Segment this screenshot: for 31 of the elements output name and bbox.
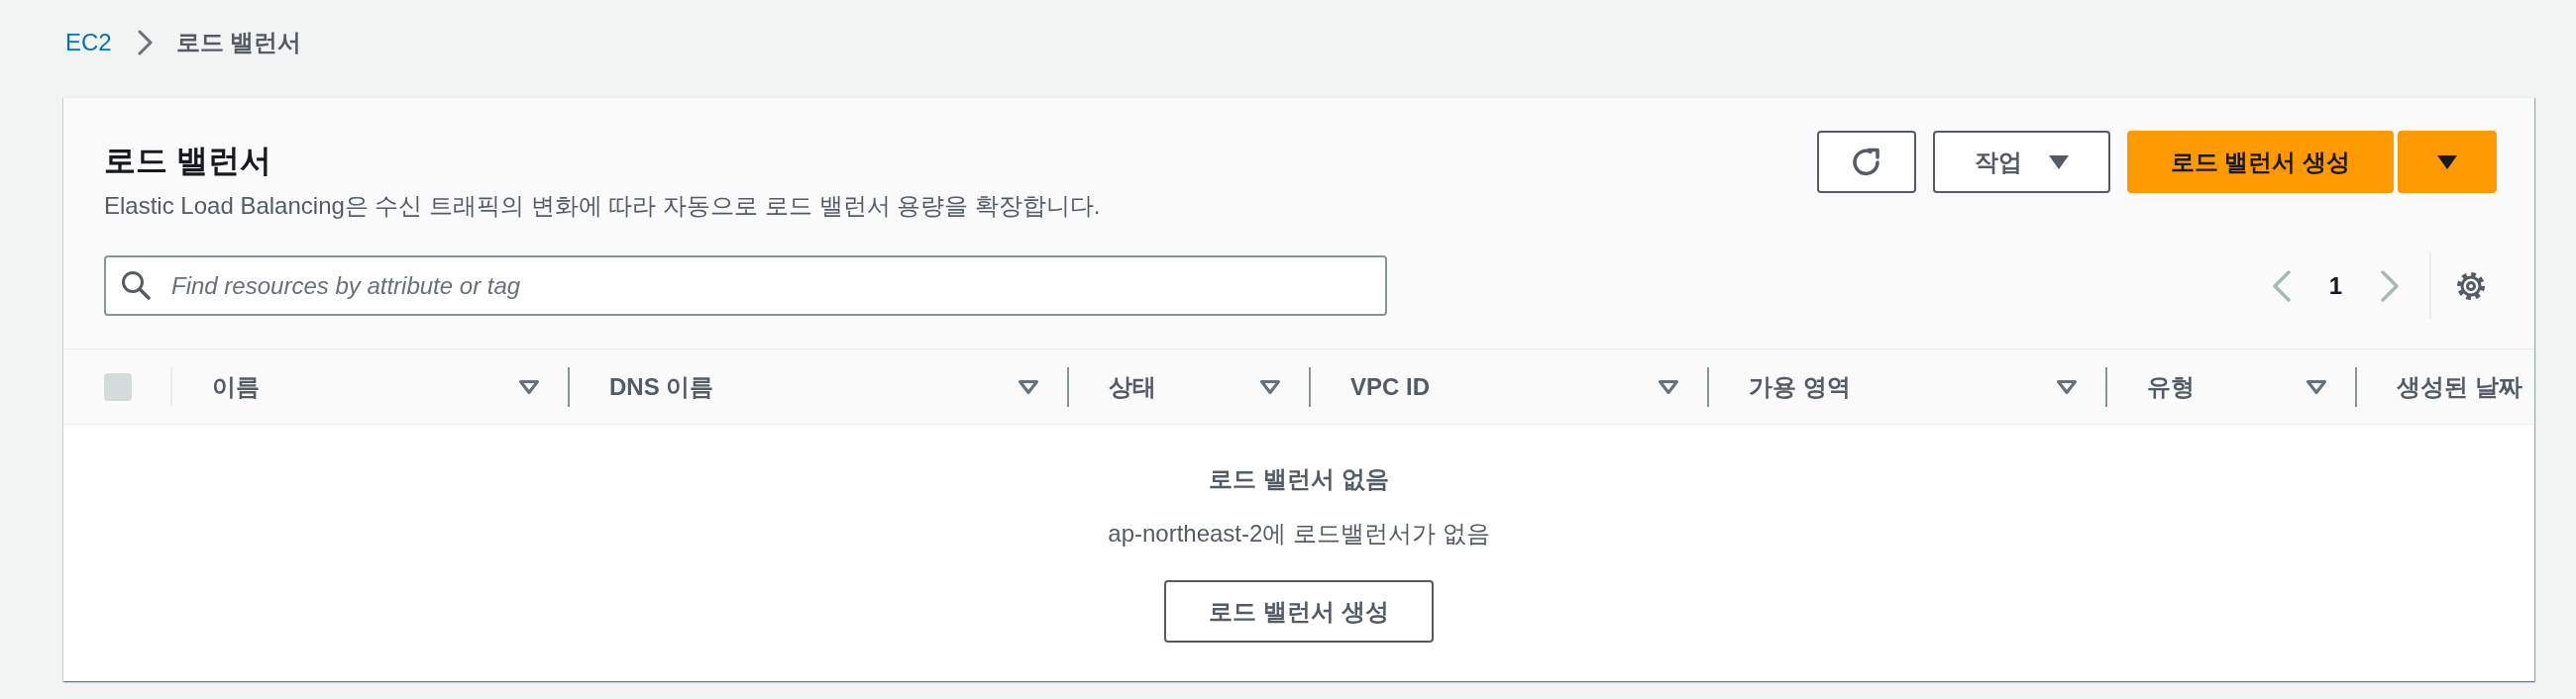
caret-down-icon[interactable] [1658,378,1679,395]
caret-down-icon [2437,154,2457,169]
caret-down-icon[interactable] [1259,378,1281,395]
create-load-balancer-button[interactable]: 로드 밸런서 생성 [2126,131,2394,193]
column-header[interactable]: 생성된 날짜 [2397,369,2522,404]
settings-icon[interactable] [2455,269,2487,302]
actions-button[interactable]: 작업 [1932,131,2110,193]
column-header[interactable]: 이름 [212,369,260,404]
breadcrumb-current: 로드 밸런서 [175,28,302,57]
page-description: Elastic Load Balancing은 수신 트래픽의 변화에 따라 자동으로 로드 밸런서 용량을 확장합니다. [104,191,1101,221]
empty-state-title: 로드 밸런서 없음 [1209,464,1389,494]
page-number[interactable]: 1 [2328,268,2342,303]
caret-down-icon[interactable] [2056,378,2078,395]
search-field[interactable]: Find resources by attribute or tag [104,255,1387,316]
dropdown-button[interactable] [2398,131,2497,193]
chevron-right-icon [136,30,154,55]
caret-down-icon[interactable] [1018,378,1039,395]
caret-down-icon[interactable] [2306,378,2327,395]
column-header[interactable]: DNS 이름 [609,369,714,404]
caret-down-icon[interactable] [518,378,540,395]
column-header[interactable]: 유형 [2147,369,2195,404]
create-load-balancer-button[interactable]: 로드 밸런서 생성 [1164,580,1434,643]
breadcrumb-link[interactable]: EC2 [65,26,112,59]
search-icon [121,270,151,300]
caret-down-icon [2048,154,2069,169]
column-header[interactable]: 가용 영역 [1749,369,1851,404]
column-header[interactable]: VPC ID [1350,369,1430,404]
refresh-button[interactable] [1816,131,1916,193]
page-title: 로드 밸런서 [104,142,272,180]
empty-state-message: ap-northeast-2에 로드밸런서가 없음 [1108,519,1490,549]
column-header[interactable]: 상태 [1109,369,1156,404]
